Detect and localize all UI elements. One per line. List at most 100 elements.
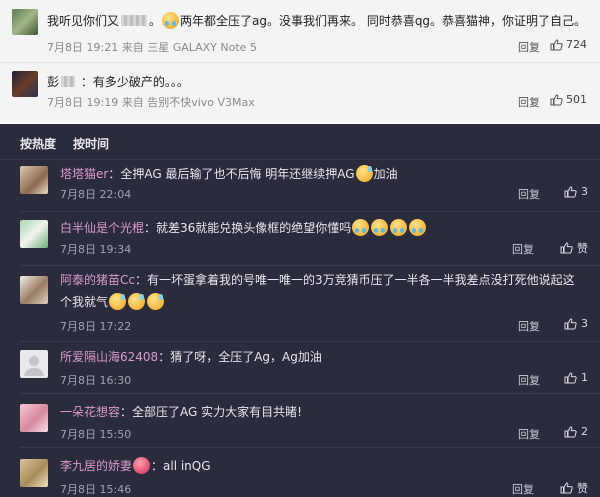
comment-text-part: 两年都全压了ag。没事我们再来。 同时恭喜qg。恭喜猫神，你证明了自己。 — [180, 14, 587, 28]
comment-row: 一朵花想容：全部压了AG 实力大家有目共睹! 7月8日 15:50 回复 2 — [0, 394, 600, 448]
crying-emoji-icon — [390, 219, 408, 236]
comment-text-part: 我听见你们又 — [47, 14, 120, 28]
like-count: 赞 — [577, 482, 588, 495]
comment-date: 7月8日 19:19 — [47, 96, 119, 109]
redacted-name — [61, 76, 76, 87]
comment-username[interactable]: 塔塔猫er — [60, 167, 108, 181]
avatar[interactable] — [20, 276, 48, 304]
avatar[interactable] — [20, 459, 48, 487]
like-count: 501 — [566, 93, 587, 106]
crying-emoji-icon — [162, 12, 180, 29]
reply-button[interactable]: 回复 — [518, 94, 540, 110]
sweat-emoji-icon — [128, 293, 146, 310]
crying-emoji-icon — [409, 219, 427, 236]
like-button[interactable]: 2 — [564, 425, 588, 438]
comment-date: 7月8日 15:46 — [60, 483, 132, 496]
like-button[interactable]: 赞 — [560, 240, 588, 256]
comment-text-part: ：有多少破产的。。。 — [80, 75, 189, 89]
comment-date: 7月8日 15:50 — [60, 428, 132, 441]
comment-text-part: 个我就气 — [60, 295, 109, 309]
comments-panel: 按热度 按时间 塔塔猫er：全押AG 最后输了也不后悔 明年还继续押AG 加油 7… — [0, 124, 600, 497]
comment-text: 白半仙是个光棍：就差36就能兑换头像框的绝望你懂吗 — [60, 219, 427, 236]
avatar[interactable] — [20, 220, 48, 248]
thumb-up-icon — [564, 317, 577, 329]
like-button[interactable]: 3 — [564, 317, 588, 330]
comment-source[interactable]: 来自 告别不快vivo V3Max — [122, 96, 255, 109]
avatar[interactable] — [20, 350, 48, 378]
heart-emoji-icon — [133, 457, 151, 474]
redacted-name — [121, 15, 148, 26]
comment-meta: 7月8日 19:19 来自 告别不快vivo V3Max — [47, 94, 255, 110]
like-button[interactable]: 赞 — [560, 480, 588, 496]
comment-row: 李九居的娇妻 ：all inQG 7月8日 15:46 回复 赞 — [0, 448, 600, 497]
default-avatar-icon — [24, 356, 44, 376]
comment-text-part: ：猜了呀，全压了Ag，Ag加油 — [158, 350, 322, 364]
avatar[interactable] — [12, 71, 38, 97]
comment-username[interactable]: 阿泰的猪苗Cc — [60, 273, 135, 287]
comment-date: 7月8日 22:04 — [60, 188, 132, 201]
comment-username[interactable]: 李九居的娇妻 — [60, 459, 132, 473]
sweat-emoji-icon — [147, 293, 165, 310]
comment-text: 塔塔猫er：全押AG 最后输了也不后悔 明年还继续押AG 加油 — [60, 165, 398, 182]
reply-button[interactable]: 回复 — [512, 241, 534, 257]
thumb-up-icon — [550, 93, 563, 105]
comment-text: 个我就气 — [60, 293, 165, 310]
like-count: 724 — [566, 38, 587, 51]
sort-tabs: 按热度 按时间 — [20, 135, 109, 152]
sweat-emoji-icon — [109, 293, 127, 310]
tab-by-time[interactable]: 按时间 — [73, 135, 109, 152]
thumb-up-icon — [564, 371, 577, 383]
thumb-up-icon — [564, 425, 577, 437]
reply-button[interactable]: 回复 — [518, 318, 540, 334]
comment-username[interactable]: 所爱隔山海62408 — [60, 350, 158, 364]
comment-text-part: ：全部压了AG 实力大家有目共睹! — [120, 405, 302, 419]
comment-username[interactable]: 白半仙是个光棍 — [60, 221, 144, 235]
like-button[interactable]: 724 — [550, 38, 587, 51]
sweat-emoji-icon — [355, 165, 373, 182]
avatar[interactable] — [20, 166, 48, 194]
comment-text: 我听见你们又 。 两年都全压了ag。没事我们再来。 同时恭喜qg。恭喜猫神，你证明了… — [47, 12, 586, 29]
comment-row: 白半仙是个光棍：就差36就能兑换头像框的绝望你懂吗 7月8日 19:34 回复 … — [0, 212, 600, 266]
comment-text: 彭 ：有多少破产的。。。 — [47, 73, 189, 90]
comment-username[interactable]: 一朵花想容 — [60, 405, 120, 419]
comment-date: 7月8日 17:22 — [60, 320, 132, 333]
reply-button[interactable]: 回复 — [518, 186, 540, 202]
like-count: 赞 — [577, 242, 588, 255]
comment-text: 李九居的娇妻 ：all inQG — [60, 457, 211, 474]
reply-button[interactable]: 回复 — [518, 426, 540, 442]
comment-text-part: ：就差36就能兑换头像框的绝望你懂吗 — [144, 221, 352, 235]
comment-text-part: ：all inQG — [151, 459, 211, 473]
comment-text: 阿泰的猪苗Cc：有一坏蛋拿着我的号唯一唯一的3万竞猜币压了一半各一半我差点没打死… — [60, 271, 575, 288]
top-comments-section: 我听见你们又 。 两年都全压了ag。没事我们再来。 同时恭喜qg。恭喜猫神，你证明了… — [0, 0, 600, 122]
comment-date: 7月8日 19:21 — [47, 41, 119, 54]
like-count: 2 — [581, 425, 588, 438]
top-comment-1: 我听见你们又 。 两年都全压了ag。没事我们再来。 同时恭喜qg。恭喜猫神，你证明了… — [0, 0, 600, 62]
thumb-up-icon — [564, 185, 577, 197]
comment-row: 阿泰的猪苗Cc：有一坏蛋拿着我的号唯一唯一的3万竞猜币压了一半各一半我差点没打死… — [0, 266, 600, 342]
like-button[interactable]: 501 — [550, 93, 587, 106]
avatar[interactable] — [20, 404, 48, 432]
tab-by-popularity[interactable]: 按热度 — [20, 135, 56, 152]
like-button[interactable]: 1 — [564, 371, 588, 384]
reply-button[interactable]: 回复 — [518, 39, 540, 55]
comment-row: 所爱隔山海62408：猜了呀，全压了Ag，Ag加油 7月8日 16:30 回复 … — [0, 342, 600, 394]
crying-emoji-icon — [371, 219, 389, 236]
reply-button[interactable]: 回复 — [518, 372, 540, 388]
avatar[interactable] — [12, 9, 38, 35]
thumb-up-icon — [560, 242, 573, 254]
top-comment-2: 彭 ：有多少破产的。。。 7月8日 19:19 来自 告别不快vivo V3Ma… — [0, 63, 600, 122]
comment-text-part: ：全押AG 最后输了也不后悔 明年还继续押AG — [108, 167, 355, 181]
comment-text: 一朵花想容：全部压了AG 实力大家有目共睹! — [60, 403, 302, 420]
comment-username[interactable]: 彭 — [47, 75, 59, 89]
comment-text-part: 。 — [149, 14, 162, 28]
like-count: 3 — [581, 317, 588, 330]
comment-date: 7月8日 19:34 — [60, 243, 132, 256]
like-count: 1 — [581, 371, 588, 384]
comment-text-part: 加油 — [373, 167, 398, 181]
comment-source[interactable]: 来自 三星 GALAXY Note 5 — [122, 41, 257, 54]
thumb-up-icon — [560, 482, 573, 494]
reply-button[interactable]: 回复 — [512, 481, 534, 497]
comment-text: 所爱隔山海62408：猜了呀，全压了Ag，Ag加油 — [60, 348, 322, 365]
like-button[interactable]: 3 — [564, 185, 588, 198]
crying-emoji-icon — [352, 219, 370, 236]
